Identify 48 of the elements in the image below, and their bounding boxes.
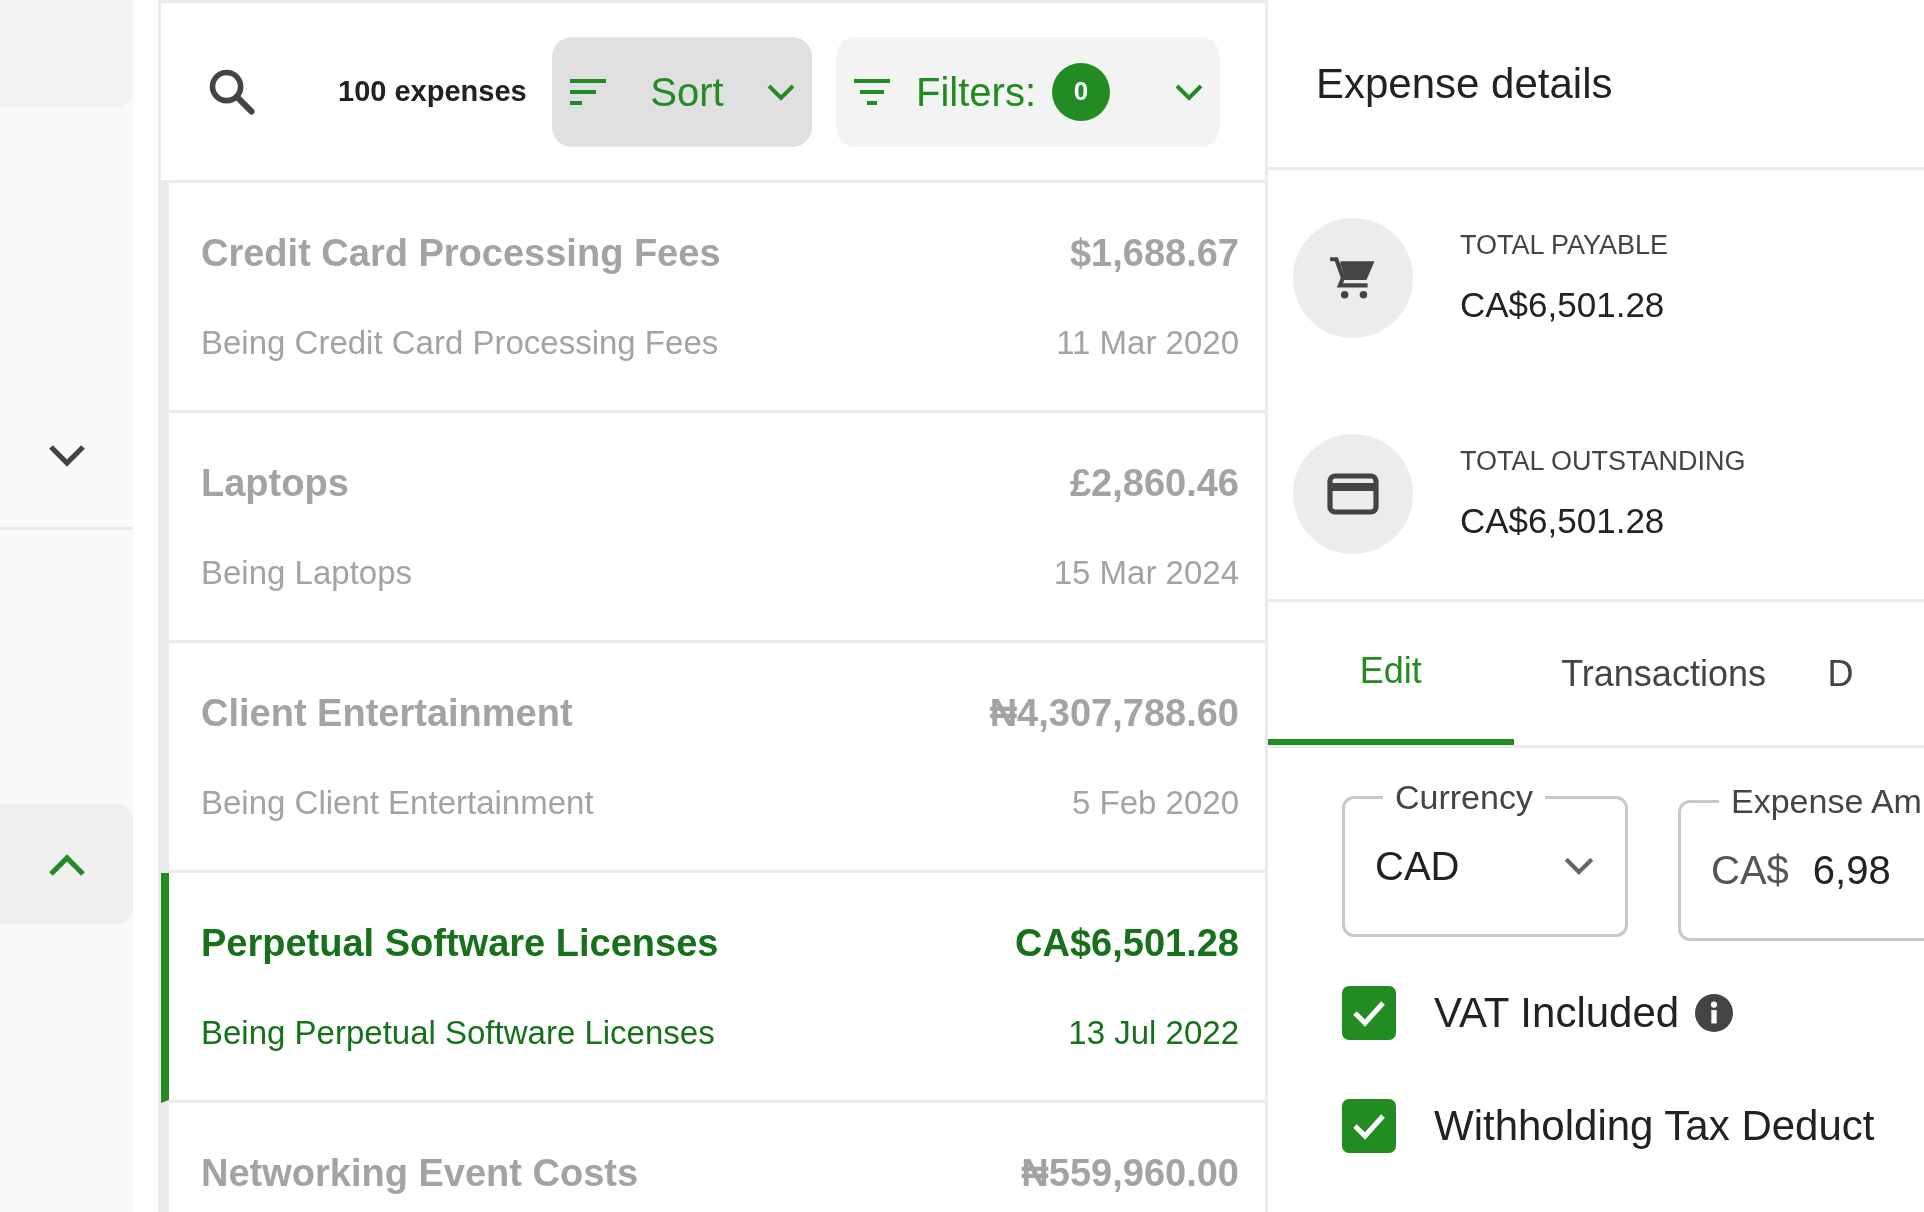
tab[interactable]: Edit bbox=[1268, 602, 1514, 745]
expense-date: 15 Mar 2024 bbox=[1053, 553, 1239, 593]
filter-count-badge: 0 bbox=[1052, 62, 1110, 121]
tab[interactable]: Transactions bbox=[1513, 602, 1814, 745]
panel-title: Expense details bbox=[1316, 59, 1613, 109]
expense-amount: CA$6,501.28 bbox=[1015, 921, 1239, 966]
credit-card-icon bbox=[1327, 473, 1379, 515]
expense-description: Being Client Entertainment bbox=[201, 783, 594, 823]
expense-amount: ₦559,960.00 bbox=[1021, 1151, 1239, 1196]
expense-row[interactable]: Perpetual Software Licenses CA$6,501.28 Being Perpetual Software Licenses 13 Jul 2022 bbox=[161, 873, 1265, 1103]
chevron-down-icon bbox=[1563, 856, 1595, 876]
checkbox-label: VAT Included bbox=[1434, 988, 1680, 1038]
chevron-down-icon bbox=[1174, 82, 1204, 101]
filters-button[interactable]: Filters: 0 bbox=[836, 36, 1220, 147]
total-label: TOTAL PAYABLE bbox=[1460, 228, 1669, 262]
expense-count: 100 expenses bbox=[338, 74, 528, 110]
expense-amount: £2,860.46 bbox=[1069, 461, 1239, 506]
checkbox[interactable] bbox=[1342, 1098, 1396, 1153]
expense-amount: ₦4,307,788.60 bbox=[989, 691, 1239, 736]
info-icon[interactable] bbox=[1695, 993, 1734, 1032]
expense-date: 11 Mar 2020 bbox=[1056, 323, 1239, 363]
expense-name: Credit Card Processing Fees bbox=[201, 231, 721, 276]
expense-description: Being Credit Card Processing Fees bbox=[201, 323, 719, 363]
sort-button[interactable]: Sort bbox=[552, 36, 812, 147]
sort-icon bbox=[568, 76, 608, 107]
expense-description: Being Perpetual Software Licenses bbox=[201, 1013, 715, 1053]
tab[interactable]: D bbox=[1813, 602, 1924, 745]
checkbox[interactable] bbox=[1342, 985, 1396, 1040]
expense-name: Client Entertainment bbox=[201, 691, 573, 736]
expense-name: Networking Event Costs bbox=[201, 1151, 639, 1196]
total-amount: CA$6,501.28 bbox=[1460, 284, 1666, 326]
checkbox-label: Withholding Tax Deduct bbox=[1434, 1101, 1875, 1151]
expense-description: Being Laptops bbox=[201, 553, 412, 593]
total-label: TOTAL OUTSTANDING bbox=[1460, 444, 1746, 478]
chevron-down-icon bbox=[46, 443, 87, 467]
collapse-toggle[interactable] bbox=[0, 804, 133, 924]
expense-row[interactable]: Networking Event Costs ₦559,960.00 bbox=[161, 1103, 1265, 1212]
total-amount: CA$6,501.28 bbox=[1460, 500, 1666, 542]
chevron-down-icon bbox=[766, 82, 796, 101]
expense-row[interactable]: Laptops £2,860.46 Being Laptops 15 Mar 2024 bbox=[161, 413, 1265, 643]
expense-amount: $1,688.67 bbox=[1069, 231, 1239, 276]
expense-date: 5 Feb 2020 bbox=[1072, 783, 1239, 823]
expense-date: 13 Jul 2022 bbox=[1068, 1013, 1239, 1053]
expense-name: Laptops bbox=[201, 461, 349, 506]
filter-icon bbox=[852, 76, 892, 107]
expense-row[interactable]: Credit Card Processing Fees $1,688.67 Being Credit Card Processing Fees 11 Mar 2020 bbox=[161, 183, 1265, 413]
expense-row[interactable]: Client Entertainment ₦4,307,788.60 Being Client Entertainment 5 Feb 2020 bbox=[161, 643, 1265, 873]
expense-name: Perpetual Software Licenses bbox=[201, 921, 719, 966]
